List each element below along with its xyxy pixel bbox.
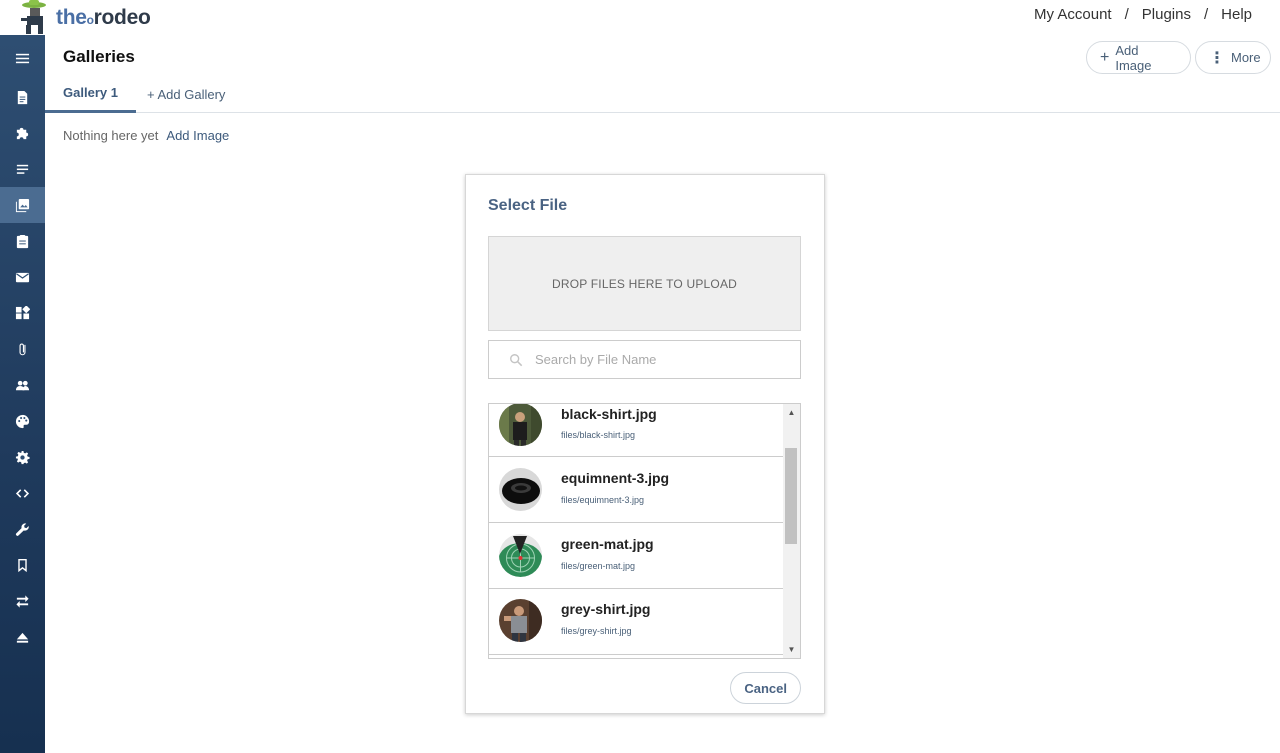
add-image-button[interactable]: + Add Image xyxy=(1086,41,1191,74)
file-list-scrollbar[interactable]: ▲ ▼ xyxy=(783,404,800,658)
bookmark-icon xyxy=(18,558,27,572)
nav-separator: / xyxy=(1203,6,1209,23)
sidebar-item-bookmarks[interactable] xyxy=(0,547,45,583)
palette-icon xyxy=(15,414,30,428)
modal-title: Select File xyxy=(488,197,568,214)
sidebar-item-mail[interactable] xyxy=(0,259,45,295)
file-name: green-mat.jpg xyxy=(561,536,654,552)
clipboard-icon xyxy=(16,234,29,248)
file-row-grey-shirt[interactable]: grey-shirt.jpg files/grey-shirt.jpg xyxy=(489,589,784,655)
code-icon xyxy=(15,488,30,498)
nav-separator: / xyxy=(1124,6,1129,23)
search-input[interactable] xyxy=(535,352,785,367)
scrollbar-thumb[interactable] xyxy=(785,448,797,544)
top-bar: theorodeo My Account / Plugins / Help xyxy=(0,0,1280,35)
sidebar-item-galleries[interactable] xyxy=(0,187,45,223)
upload-dropzone[interactable]: DROP FILES HERE TO UPLOAD xyxy=(488,236,801,331)
file-path: files/green-mat.jpg xyxy=(561,561,636,571)
sidebar-item-pages[interactable] xyxy=(0,79,45,115)
file-path: files/grey-shirt.jpg xyxy=(561,626,632,636)
more-button[interactable]: ⋮ More xyxy=(1195,41,1271,74)
add-image-link[interactable]: Add Image xyxy=(166,128,229,143)
empty-state-text: Nothing here yet xyxy=(63,128,159,143)
paperclip-icon xyxy=(19,343,26,355)
gear-icon xyxy=(15,450,30,464)
sidebar-item-forms[interactable] xyxy=(0,223,45,259)
file-path: files/equimnent-3.jpg xyxy=(561,495,645,505)
plus-icon: + xyxy=(1100,48,1110,66)
file-list: black-shirt.jpg files/black-shirt.jpg eq… xyxy=(488,403,801,659)
cowboy-logo-icon xyxy=(18,0,52,35)
cancel-button[interactable]: Cancel xyxy=(730,672,801,704)
file-row-equimnent-3[interactable]: equimnent-3.jpg files/equimnent-3.jpg xyxy=(489,457,784,523)
top-nav: My Account / Plugins / Help xyxy=(1034,6,1252,23)
mail-icon xyxy=(15,272,30,282)
file-thumbnail xyxy=(499,599,542,642)
more-label: More xyxy=(1231,50,1261,65)
file-thumbnail xyxy=(499,534,542,577)
select-file-modal: Select File DROP FILES HERE TO UPLOAD bl… xyxy=(465,174,825,714)
logo-dot: o xyxy=(86,12,94,27)
sidebar-item-users[interactable] xyxy=(0,367,45,403)
file-name: grey-shirt.jpg xyxy=(561,601,651,617)
scroll-down-arrow-icon[interactable]: ▼ xyxy=(783,641,800,658)
sidebar-item-text[interactable] xyxy=(0,151,45,187)
sidebar-item-plugins[interactable] xyxy=(0,115,45,151)
wrench-icon xyxy=(15,522,29,536)
sidebar xyxy=(0,35,45,753)
gallery-icon xyxy=(15,198,30,212)
file-thumbnail xyxy=(499,404,542,446)
eject-icon xyxy=(16,632,29,643)
text-lines-icon xyxy=(16,164,29,174)
empty-state: Nothing here yet Add Image xyxy=(63,128,229,143)
scroll-up-arrow-icon[interactable]: ▲ xyxy=(783,404,800,421)
plugins-link[interactable]: Plugins xyxy=(1142,6,1191,23)
logo[interactable]: theorodeo xyxy=(18,0,151,35)
sidebar-item-code[interactable] xyxy=(0,475,45,511)
page-title: Galleries xyxy=(63,47,135,66)
widgets-icon xyxy=(15,305,30,319)
sidebar-item-attachments[interactable] xyxy=(0,331,45,367)
sidebar-item-settings[interactable] xyxy=(0,439,45,475)
puzzle-icon xyxy=(16,127,29,139)
help-link[interactable]: Help xyxy=(1221,6,1252,23)
sidebar-item-themes[interactable] xyxy=(0,403,45,439)
sidebar-item-redirects[interactable] xyxy=(0,583,45,619)
file-row-black-shirt[interactable]: black-shirt.jpg files/black-shirt.jpg xyxy=(489,404,784,457)
logo-text: theorodeo xyxy=(56,5,151,30)
logo-suffix: rodeo xyxy=(93,5,151,29)
file-name: black-shirt.jpg xyxy=(561,406,657,422)
add-image-label: Add Image xyxy=(1115,42,1152,73)
swap-arrows-icon xyxy=(16,594,29,608)
search-icon xyxy=(510,353,523,366)
kebab-menu-icon: ⋮ xyxy=(1209,49,1225,67)
sidebar-item-widgets[interactable] xyxy=(0,295,45,331)
logo-prefix: the xyxy=(56,5,87,29)
file-name: equimnent-3.jpg xyxy=(561,470,670,486)
my-account-link[interactable]: My Account xyxy=(1034,6,1112,23)
sidebar-item-publish[interactable] xyxy=(0,619,45,655)
gallery-tabs: Gallery 1 + Add Gallery xyxy=(45,75,1280,113)
file-search xyxy=(488,340,801,379)
tab-gallery-1[interactable]: Gallery 1 xyxy=(45,75,136,113)
file-row-green-mat[interactable]: green-mat.jpg files/green-mat.jpg xyxy=(489,523,784,589)
people-icon xyxy=(15,380,30,390)
file-path: files/black-shirt.jpg xyxy=(561,430,636,440)
sidebar-item-menu[interactable] xyxy=(0,40,45,76)
sidebar-item-tools[interactable] xyxy=(0,511,45,547)
add-gallery-tab[interactable]: + Add Gallery xyxy=(147,75,225,113)
file-thumbnail xyxy=(499,468,542,511)
menu-icon xyxy=(15,53,30,63)
page-icon xyxy=(17,90,28,104)
